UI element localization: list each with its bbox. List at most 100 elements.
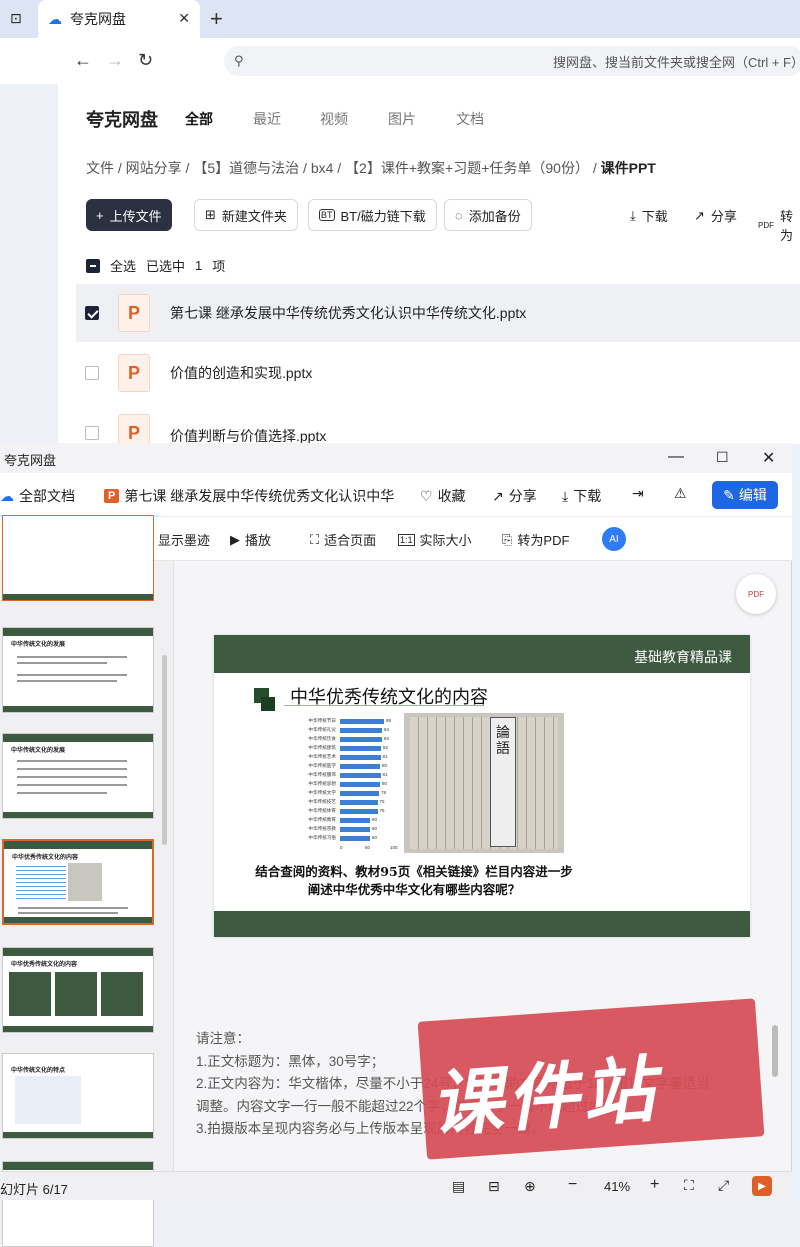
crumb-item[interactable]: 网站分享 — [126, 160, 182, 176]
share-button[interactable]: ↗ 分享 — [492, 486, 537, 506]
reload-icon[interactable]: ↻ — [138, 50, 153, 71]
download-button[interactable]: ⤓ 下载 — [562, 486, 601, 506]
notes-view-icon[interactable]: ▤ — [452, 1178, 465, 1195]
thumb-scrollbar[interactable] — [162, 655, 167, 845]
ai-icon[interactable]: AI — [602, 527, 626, 551]
upload-button[interactable]: + 上传文件 — [86, 199, 172, 231]
maximize-icon[interactable]: ☐ — [716, 449, 729, 466]
crumb-item[interactable]: 文件 — [86, 160, 114, 176]
fit-label: 适合页面 — [324, 533, 377, 548]
new-tab-icon[interactable]: + — [210, 6, 223, 32]
play-button[interactable]: ▶ 播放 — [230, 530, 271, 549]
slide-thumb[interactable]: 中华传统文化的特点 — [2, 1053, 154, 1139]
all-docs-button[interactable]: ☁ 全部文档 — [0, 486, 75, 506]
back-icon[interactable]: ← — [74, 50, 92, 71]
download-label: 下载 — [641, 209, 668, 224]
close-icon[interactable]: ✕ — [178, 10, 190, 27]
ppt-file-icon: P — [118, 294, 150, 332]
selected-count: 1 — [195, 258, 203, 273]
slide-thumb[interactable]: 中华传统文化的发展 — [2, 627, 154, 713]
convert-button[interactable]: PDF 转为 — [758, 206, 800, 244]
grid-view-icon[interactable]: ⊟ — [488, 1178, 500, 1195]
chart-category-label: 中华传统服饰 — [308, 772, 336, 777]
nav-docs[interactable]: 文档 — [456, 109, 484, 129]
file-name[interactable]: 价值的创造和实现.pptx — [170, 363, 312, 383]
fit-page-button[interactable]: ⛶ 适合页面 — [310, 530, 376, 549]
play-icon: ▶ — [230, 531, 240, 547]
chart-bar — [340, 791, 379, 796]
preview-title: 夸克网盘 — [4, 453, 57, 468]
chart-category-label: 中华传统节日 — [308, 718, 336, 723]
browser-tab[interactable]: ☁ 夸克网盘 ✕ — [38, 0, 200, 38]
feedback-icon[interactable]: ⚠ — [674, 485, 687, 502]
new-folder-button[interactable]: ⊞ 新建文件夹 — [194, 199, 298, 231]
tab-title: 夸克网盘 — [70, 11, 126, 27]
chart-bar — [340, 764, 380, 769]
pdf-export-icon[interactable]: PDF — [736, 574, 776, 614]
fit-screen-icon[interactable]: ⛶ — [684, 1177, 694, 1194]
nav-image[interactable]: 图片 — [388, 109, 416, 129]
globe-icon[interactable]: ⊕ — [524, 1178, 536, 1195]
zoom-in-icon[interactable]: + — [650, 1176, 659, 1194]
chart-value-label: 81 — [382, 772, 388, 777]
add-backup-button[interactable]: ◌ 添加备份 — [444, 199, 532, 231]
crumb-item[interactable]: 【2】课件+教案+习题+任务单（90份） — [345, 160, 589, 176]
ppt-icon: P — [104, 489, 120, 503]
file-row[interactable]: P 价值判断与价值选择.pptx — [76, 404, 800, 444]
forward-icon[interactable]: → — [106, 50, 124, 71]
file-row[interactable]: P 价值的创造和实现.pptx — [76, 344, 800, 402]
bt-download-button[interactable]: BT BT/磁力链下载 — [308, 199, 437, 231]
search-placeholder: 搜网盘、搜当前文件夹或搜全网（Ctrl + F） — [553, 54, 800, 70]
import-icon[interactable]: ⇥ — [632, 485, 644, 502]
download-button[interactable]: ⤓ 下载 — [630, 206, 668, 225]
chart-tick-label: 50 — [365, 845, 371, 850]
ppt-file-icon: P — [118, 354, 150, 392]
chart-bar — [340, 809, 378, 814]
slideshow-icon[interactable]: ▶ — [752, 1176, 772, 1196]
bt-icon: BT — [319, 209, 335, 221]
fit-icon: ⛶ — [310, 531, 320, 547]
fullscreen-icon[interactable]: ⤢ — [718, 1177, 729, 1194]
zoom-out-icon[interactable]: − — [568, 1176, 577, 1194]
file-row[interactable]: P 第七课 继承发展中华传统优秀文化认识中华传统文化.pptx — [76, 284, 800, 342]
slide-thumb[interactable] — [2, 515, 154, 601]
download-label: 下载 — [573, 488, 602, 504]
share-button[interactable]: ↗ 分享 — [694, 206, 737, 225]
select-all-label[interactable]: 全选 — [110, 256, 136, 275]
favorite-button[interactable]: ♡ 收藏 — [420, 486, 466, 506]
chart-bar — [340, 800, 378, 805]
notes-scrollbar[interactable] — [772, 1025, 778, 1077]
nav-all[interactable]: 全部 — [185, 109, 213, 129]
slide-deco — [261, 697, 275, 711]
file-checkbox[interactable] — [85, 426, 99, 440]
search-input[interactable]: ⚲ 搜网盘、搜当前文件夹或搜全网（Ctrl + F） — [224, 46, 800, 76]
chart-category-label: 中华传统宗教 — [308, 826, 336, 831]
tab-search-icon[interactable]: ⊡ — [10, 10, 22, 27]
folder-plus-icon: ⊞ — [205, 207, 216, 222]
download-icon: ⤓ — [562, 487, 569, 504]
select-all-checkbox[interactable] — [86, 258, 100, 273]
slide-canvas: 基础教育精品课 中华优秀传统文化的内容 中华传统节日 88 中华传统礼仪 84 中华传统… — [214, 635, 750, 937]
file-checkbox[interactable] — [85, 306, 99, 320]
nav-video[interactable]: 视频 — [320, 109, 348, 129]
file-name[interactable]: 价值判断与价值选择.pptx — [170, 426, 326, 444]
actual-size-button[interactable]: 1:1 实际大小 — [398, 530, 472, 549]
nav-recent[interactable]: 最近 — [253, 109, 281, 129]
file-checkbox[interactable] — [85, 366, 99, 380]
close-window-icon[interactable]: ✕ — [762, 448, 775, 468]
slide-thumb[interactable]: 中华传统文化的发展 — [2, 733, 154, 819]
edit-button[interactable]: ✎ 编辑 — [712, 481, 778, 509]
crumb-item[interactable]: 【5】道德与法治 — [193, 160, 299, 176]
slide-thumb-current[interactable]: 中华优秀传统文化的内容 — [2, 839, 154, 925]
slide-thumbnails: 中华传统文化的发展 中华传统文化的发展 中华优秀传统文化的内容 中华优秀传统文化… — [0, 515, 174, 1247]
thumb-title: 中华传统文化的发展 — [11, 642, 66, 648]
minimize-icon[interactable]: — — [668, 448, 684, 466]
crumb-item[interactable]: bx4 — [311, 160, 334, 176]
crumb-current: 课件PPT — [600, 160, 656, 176]
file-name[interactable]: 第七课 继承发展中华传统优秀文化认识中华传统文化.pptx — [170, 303, 526, 323]
selected-unit: 项 — [212, 259, 226, 274]
preview-toolbar: ☁ 全部文档 P 第七课 继承发展中华传统优秀文化认识中华 ♡ 收藏 ↗ 分享 ⤓ 下载 … — [0, 473, 792, 517]
slide-thumb[interactable]: 中华优秀传统文化的内容 — [2, 947, 154, 1033]
chart-bar — [340, 728, 382, 733]
to-pdf-button[interactable]: ⎘ 转为PDF — [502, 530, 569, 549]
